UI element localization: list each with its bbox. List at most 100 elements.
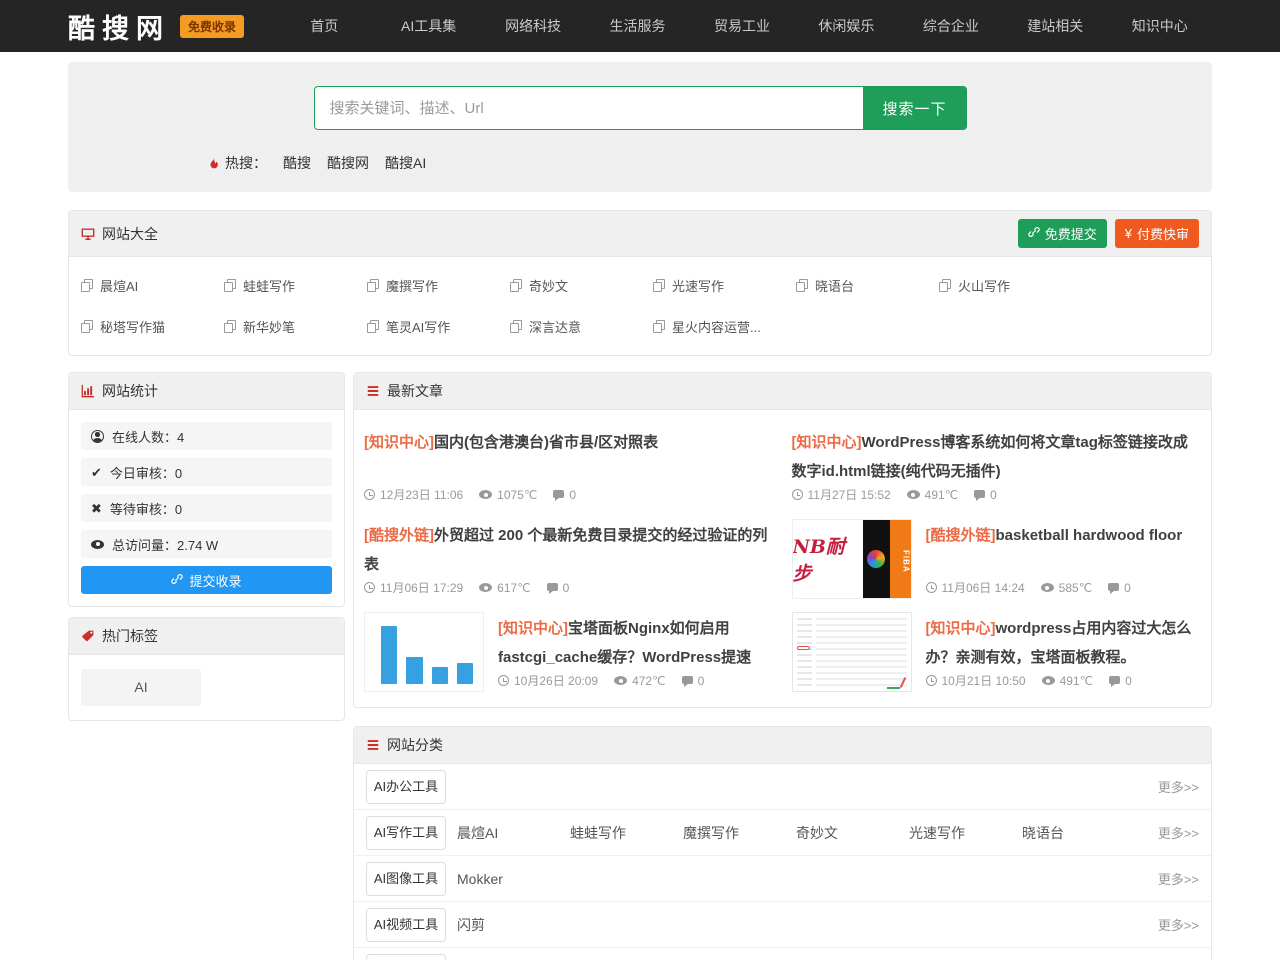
category-label[interactable]: AI视频工具 bbox=[366, 908, 446, 942]
site-logo[interactable]: 酷搜网 bbox=[68, 7, 170, 46]
nav-item-knowledge-center[interactable]: 知识中心 bbox=[1108, 16, 1212, 36]
article-thumbnail bbox=[364, 612, 484, 692]
site-link[interactable]: 魔撰写作 bbox=[367, 265, 510, 306]
article-title[interactable]: [知识中心]wordpress占用内容过大怎么办？亲测有效，宝塔面板教程。 bbox=[926, 614, 1202, 672]
article-title[interactable]: [知识中心]国内(包含港澳台)省市县/区对照表 bbox=[364, 428, 774, 457]
stat-total-visits: 总访问量：2.74 W bbox=[81, 530, 332, 558]
copy-icon bbox=[367, 279, 379, 292]
nav-item-life-services[interactable]: 生活服务 bbox=[585, 16, 689, 36]
article-item[interactable]: [知识中心]wordpress占用内容过大怎么办？亲测有效，宝塔面板教程。 10… bbox=[792, 606, 1202, 699]
site-directory-header: 网站大全 免费提交 ¥ 付费快审 bbox=[69, 211, 1211, 257]
category-site-link[interactable]: 光速写作 bbox=[909, 823, 1022, 843]
category-site-link[interactable]: 晓语台 bbox=[1022, 823, 1135, 843]
article-item[interactable]: [知识中心]国内(包含港澳台)省市县/区对照表 12月23日 11:06 107… bbox=[364, 420, 774, 513]
article-meta: 11月06日 17:29 617℃ 0 bbox=[364, 579, 774, 600]
article-title[interactable]: [酷搜外链]外贸超过 200 个最新免费目录提交的经过验证的列表 bbox=[364, 521, 774, 579]
fire-icon bbox=[207, 156, 221, 170]
site-link[interactable]: 火山写作 bbox=[939, 265, 1082, 306]
free-submit-button[interactable]: 免费提交 bbox=[1018, 219, 1107, 248]
category-label[interactable]: AI图像工具 bbox=[366, 862, 446, 896]
nav-item-site-building[interactable]: 建站相关 bbox=[1003, 16, 1107, 36]
copy-icon bbox=[81, 279, 93, 292]
article-item[interactable]: [知识中心]宝塔面板Nginx如何启用fastcgi_cache缓存？WordP… bbox=[364, 606, 774, 699]
site-link[interactable]: 秘塔写作猫 bbox=[81, 306, 224, 347]
category-site-link[interactable]: Mokker bbox=[457, 871, 570, 887]
hot-search-label: 热搜： bbox=[225, 153, 267, 173]
more-link[interactable]: 更多>> bbox=[1158, 777, 1199, 796]
article-title[interactable]: [知识中心]宝塔面板Nginx如何启用fastcgi_cache缓存？WordP… bbox=[498, 614, 774, 672]
latest-articles-header: 最新文章 bbox=[354, 373, 1211, 410]
main-column: 最新文章 [知识中心]国内(包含港澳台)省市县/区对照表 12月23日 11:0… bbox=[353, 372, 1212, 960]
nav-item-ai-tools[interactable]: AI工具集 bbox=[376, 16, 480, 36]
article-item[interactable]: [酷搜外链]外贸超过 200 个最新免费目录提交的经过验证的列表 11月06日 … bbox=[364, 513, 774, 606]
more-link[interactable]: 更多>> bbox=[1158, 869, 1199, 888]
site-categories-title: 网站分类 bbox=[387, 735, 443, 755]
copy-icon bbox=[224, 320, 236, 333]
category-label[interactable]: AI音频工具 bbox=[366, 954, 446, 960]
article-category-tag: [酷搜外链] bbox=[926, 527, 996, 544]
category-site-link[interactable]: 奇妙文 bbox=[796, 823, 909, 843]
eye-icon bbox=[1041, 583, 1054, 592]
tag-link[interactable]: AI bbox=[81, 669, 201, 706]
copy-icon bbox=[939, 279, 951, 292]
site-link[interactable]: 深言达意 bbox=[510, 306, 653, 347]
article-thumbnail bbox=[792, 612, 912, 692]
comment-icon bbox=[547, 583, 558, 591]
article-category-tag: [酷搜外链] bbox=[364, 527, 434, 544]
more-link[interactable]: 更多>> bbox=[1158, 823, 1199, 842]
search-input[interactable] bbox=[314, 86, 863, 130]
article-meta: 12月23日 11:06 1075℃ 0 bbox=[364, 486, 774, 507]
copy-icon bbox=[510, 279, 522, 292]
nav-item-network-tech[interactable]: 网络科技 bbox=[481, 16, 585, 36]
paid-review-button[interactable]: ¥ 付费快审 bbox=[1115, 219, 1199, 248]
site-directory-panel: 网站大全 免费提交 ¥ 付费快审 晨煊AI 蛙蛙写作 魔撰写作 奇妙文 光速写作… bbox=[68, 210, 1212, 356]
category-label[interactable]: AI办公工具 bbox=[366, 770, 446, 804]
article-item[interactable]: [知识中心]WordPress博客系统如何将文章tag标签链接改成数字id.ht… bbox=[792, 420, 1202, 513]
site-link[interactable]: 光速写作 bbox=[653, 265, 796, 306]
nav-item-entertainment[interactable]: 休闲娱乐 bbox=[794, 16, 898, 36]
hot-search-link[interactable]: 酷搜 bbox=[283, 153, 311, 173]
nav-item-enterprise[interactable]: 综合企业 bbox=[899, 16, 1003, 36]
comment-icon bbox=[553, 490, 564, 498]
bar-chart-icon bbox=[81, 384, 95, 398]
category-row: AI视频工具 闪剪 更多>> bbox=[354, 902, 1211, 948]
site-stats-panel: 网站统计 在线人数：4 ✔ 今日审核：0 ✖ 等待审核：0 总访问量：2.74 … bbox=[68, 372, 345, 607]
article-title[interactable]: [酷搜外链]basketball hardwood floor bbox=[926, 521, 1202, 550]
site-link[interactable]: 晓语台 bbox=[796, 265, 939, 306]
eye-icon bbox=[479, 583, 492, 592]
site-link[interactable]: 星火内容运营... bbox=[653, 306, 796, 347]
copy-icon bbox=[653, 279, 665, 292]
site-link[interactable]: 蛙蛙写作 bbox=[224, 265, 367, 306]
nav-item-home[interactable]: 首页 bbox=[272, 16, 376, 36]
more-link[interactable]: 更多>> bbox=[1158, 915, 1199, 934]
site-stats-header: 网站统计 bbox=[69, 373, 344, 410]
nav-item-trade-industry[interactable]: 贸易工业 bbox=[690, 16, 794, 36]
category-site-link[interactable]: 魔撰写作 bbox=[683, 823, 796, 843]
article-item[interactable]: NB耐步 FIBA [酷搜外链]basketball hardwood floo… bbox=[792, 513, 1202, 606]
site-link[interactable]: 新华妙笔 bbox=[224, 306, 367, 347]
article-title[interactable]: [知识中心]WordPress博客系统如何将文章tag标签链接改成数字id.ht… bbox=[792, 428, 1202, 486]
site-link[interactable]: 笔灵AI写作 bbox=[367, 306, 510, 347]
article-category-tag: [知识中心] bbox=[364, 434, 434, 451]
free-listing-badge[interactable]: 免费收录 bbox=[180, 15, 244, 38]
hot-search-link[interactable]: 酷搜网 bbox=[327, 153, 369, 173]
category-row: AI音频工具 音虫官网 更多>> bbox=[354, 948, 1211, 960]
eye-icon bbox=[1042, 676, 1055, 685]
user-icon bbox=[91, 430, 104, 443]
comment-icon bbox=[1109, 676, 1120, 684]
main-nav: 首页 AI工具集 网络科技 生活服务 贸易工业 休闲娱乐 综合企业 建站相关 知… bbox=[272, 16, 1212, 36]
hot-search-link[interactable]: 酷搜AI bbox=[385, 153, 426, 173]
search-button[interactable]: 搜索一下 bbox=[863, 86, 967, 130]
eye-icon bbox=[907, 490, 920, 499]
copy-icon bbox=[81, 320, 93, 333]
category-label[interactable]: AI写作工具 bbox=[366, 816, 446, 850]
article-category-tag: [知识中心] bbox=[498, 620, 568, 637]
eye-icon bbox=[614, 676, 627, 685]
submit-listing-button[interactable]: 提交收录 bbox=[81, 566, 332, 594]
category-site-link[interactable]: 蛙蛙写作 bbox=[570, 823, 683, 843]
site-link[interactable]: 晨煊AI bbox=[81, 265, 224, 306]
category-site-link[interactable]: 晨煊AI bbox=[457, 823, 570, 843]
category-site-link[interactable]: 闪剪 bbox=[457, 915, 570, 935]
latest-articles-title: 最新文章 bbox=[387, 381, 443, 401]
site-link[interactable]: 奇妙文 bbox=[510, 265, 653, 306]
